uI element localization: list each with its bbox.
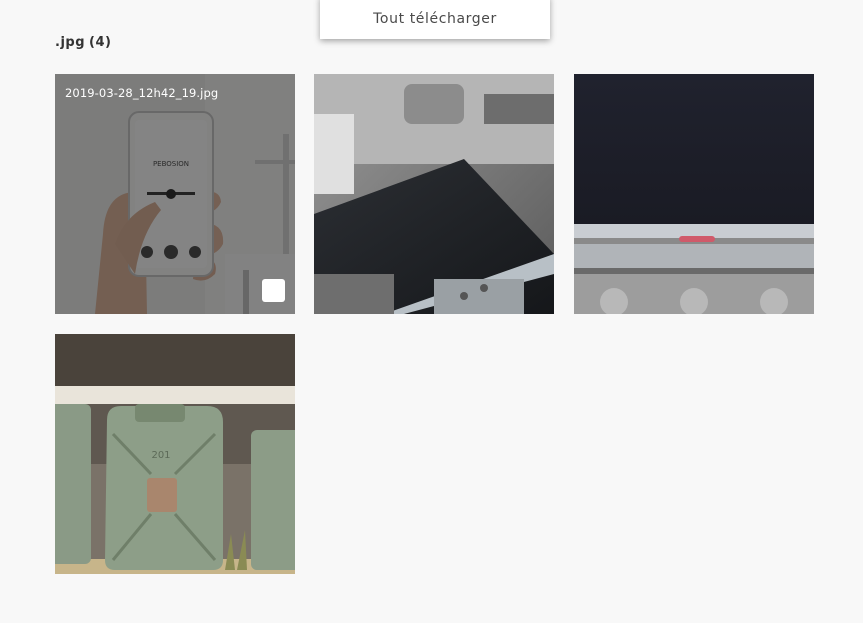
- group-title: .jpg (4): [55, 35, 111, 50]
- group-count: (4): [89, 35, 112, 50]
- hover-overlay: [55, 74, 295, 314]
- gallery-page: Tout télécharger .jpg(4) PEBOSION: [0, 0, 863, 623]
- image-tile-jerry-cans[interactable]: 201: [55, 334, 295, 574]
- select-checkbox[interactable]: [262, 279, 285, 302]
- image-tile-device-machine[interactable]: [314, 74, 554, 314]
- svg-text:201: 201: [151, 450, 170, 461]
- download-all-button[interactable]: Tout télécharger: [320, 0, 550, 39]
- tile-filename: 2019-03-28_12h42_19.jpg: [65, 86, 219, 100]
- image-tile-phone[interactable]: PEBOSION 2019-03-28_12h42_19.jpg: [55, 74, 295, 314]
- group-extension: .jpg: [55, 35, 86, 50]
- jerry-cans-thumbnail-image: 201: [55, 334, 295, 574]
- device-machine-thumbnail-image: [314, 74, 554, 314]
- image-tile-device-edge[interactable]: [574, 74, 814, 314]
- device-edge-thumbnail-image: [574, 74, 814, 314]
